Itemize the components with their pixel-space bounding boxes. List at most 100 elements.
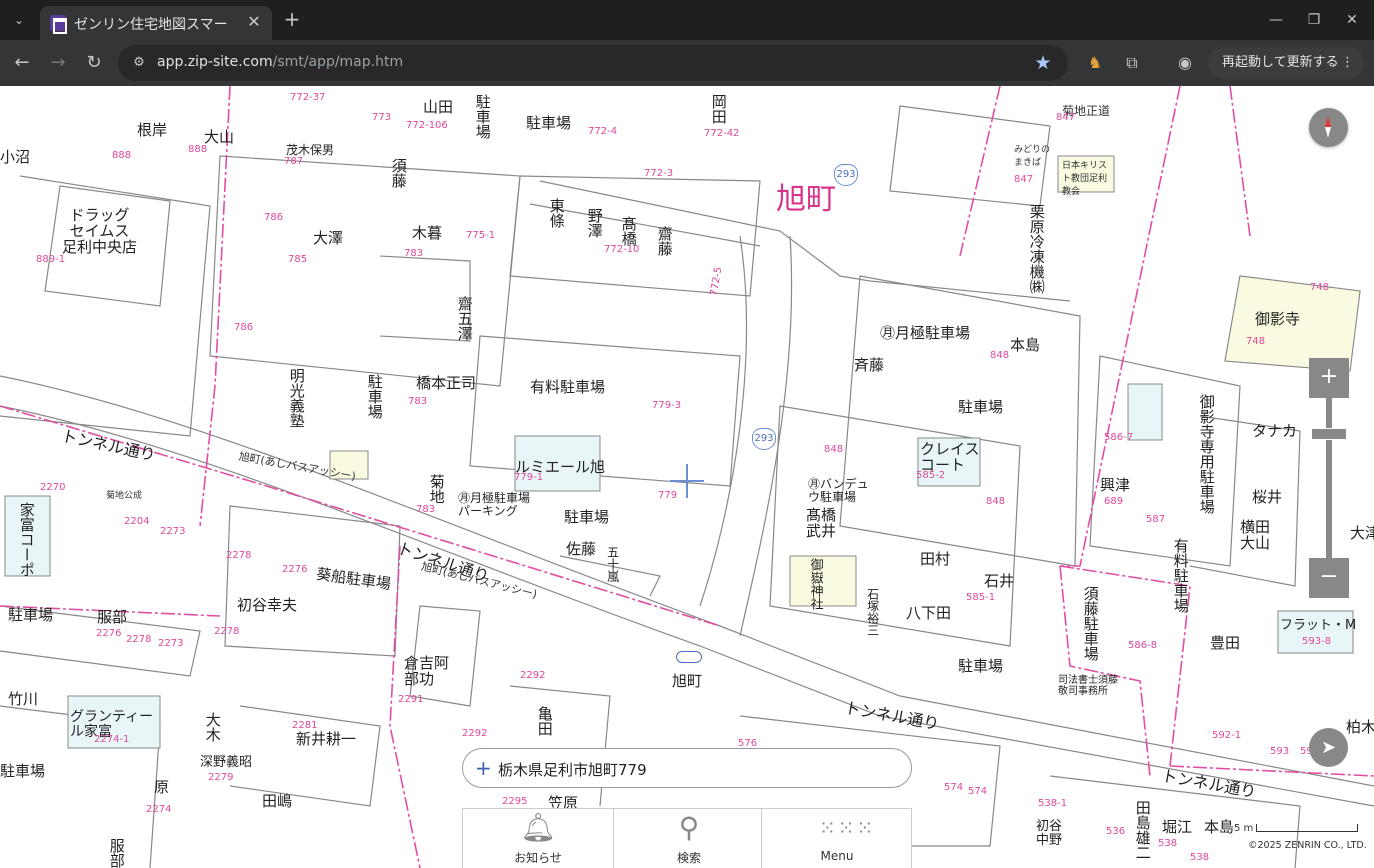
lot-number: 2291 [398,694,424,705]
building-label: ㊊月極駐車場 [880,324,971,342]
new-tab-button[interactable]: + [280,8,304,32]
building-label: 駐車場 [564,508,610,526]
restart-update-button[interactable]: 再起動して更新する ⋮ [1208,47,1364,79]
building-label: 八下田 [906,604,952,622]
building-label: 有料駐車場 [1171,538,1190,613]
zoom-slider-track[interactable] [1326,398,1332,558]
station-label: 旭町 [672,672,703,690]
compass-icon[interactable] [1309,108,1348,147]
lot-number: 2279 [208,772,234,783]
chevron-down-icon[interactable]: ⌄ [8,9,30,31]
lot-number: 889-1 [36,254,66,265]
puzzle-icon[interactable]: ⧉ [1121,52,1143,74]
building-label: クレイスコート [920,440,980,474]
building-label: 大木 [203,712,222,742]
building-label: 根岸 [137,121,168,139]
building-label: 石塚裕三 [865,588,880,636]
close-icon[interactable]: ✕ [244,12,264,32]
building-label: ㊊月極駐車場パーキング [458,491,531,518]
lot-number: 2278 [226,550,252,561]
lot-number: 586-7 [1104,432,1134,443]
lot-number: 2278 [126,634,152,645]
zoom-out-button[interactable]: − [1309,558,1349,598]
lot-number: 585-1 [966,592,996,603]
lot-number: 772-42 [704,128,740,139]
zoom-slider-thumb[interactable] [1311,428,1347,440]
building-label: 髙橋武井 [806,506,837,540]
building-label: 野澤 [585,208,604,238]
star-icon[interactable]: ★ [1032,52,1054,74]
lot-number: 772-10 [604,244,640,255]
building-label: タナカ [1252,422,1298,440]
building-label: 田嶋 [262,792,293,810]
minimize-button[interactable]: — [1264,8,1288,32]
address-display[interactable]: + 栃木県足利市旭町779 [462,748,912,788]
browser-tab-active[interactable]: ゼンリン住宅地図スマー ✕ [40,6,272,40]
back-button[interactable]: ← [10,51,34,75]
extension-icon[interactable]: ♞ [1084,52,1106,74]
kebab-menu-icon[interactable]: ⋮ [1341,47,1354,79]
close-window-button[interactable]: ✕ [1340,8,1364,32]
address-omnibox[interactable]: ⚙ app.zip-site.com/smt/app/map.htm ★ [118,45,1068,81]
building-label: 大澤 [313,229,344,247]
lot-number: 538 [1190,852,1210,863]
building-label: 大山 [204,128,235,146]
browser-tab-strip: ⌄ ゼンリン住宅地図スマー ✕ + — ❐ ✕ [0,0,1374,40]
building-label: 駐車場 [8,606,54,624]
reload-button[interactable]: ↻ [82,51,106,75]
building-label: 家富コーポ [17,502,36,577]
account-icon[interactable]: ◉ [1174,52,1196,74]
lot-number: 847 [1014,174,1034,185]
forward-button[interactable]: → [46,51,70,75]
search-button[interactable]: ⚲ 検索 [613,809,763,868]
locate-arrow-icon[interactable]: ➤ [1309,728,1348,767]
lot-number: 2273 [158,638,184,649]
building-label: 須藤 [389,158,408,188]
lot-number: 586-8 [1128,640,1158,651]
url-host: app.zip-site.com [157,54,273,70]
favicon-icon [50,15,67,34]
building-label: 駐車場 [0,762,46,780]
url-path: /smt/app/map.htm [272,54,404,70]
tab-title: ゼンリン住宅地図スマー [74,17,228,33]
lot-number: 536 [1106,826,1126,837]
building-label: 明光義塾 [287,368,306,428]
lot-number: 779-3 [652,400,682,411]
lot-number: 848 [986,496,1006,507]
lot-number: 786 [234,322,254,333]
building-label: 駐車場 [958,398,1004,416]
zoom-in-button[interactable]: + [1309,358,1349,398]
lot-number: 593-8 [1302,636,1332,647]
building-label: 岡田 [709,94,728,124]
building-label: 齋五澤 [455,296,474,341]
building-label: 田島雄二 [1133,800,1152,860]
map-canvas[interactable]: 旭町 293 293 旭町 トンネル通り トンネル通り トンネル通り トンネル通… [0,86,1374,868]
lot-number: 772-4 [588,126,618,137]
maximize-button[interactable]: ❐ [1302,8,1326,32]
site-info-icon[interactable]: ⚙ [130,54,148,72]
building-label: 木暮 [412,224,443,242]
building-label: 御嶽神社 [807,558,823,610]
lot-number: 2276 [282,564,308,575]
building-label: 茂木保男 [286,143,335,157]
lot-number: 2273 [160,526,186,537]
lot-number: 888 [188,144,208,155]
building-label: 栗原冷凍機㈱ [1027,204,1046,294]
notice-button[interactable]: 🔔︎ お知らせ [463,809,613,868]
building-label: ドラッグ セイムス 足利中央店 [62,206,138,256]
lot-number: 748 [1310,282,1330,293]
lot-number: 847 [1056,112,1076,123]
lot-number: 2204 [124,516,150,527]
building-label: 横田大山 [1240,518,1271,552]
lot-number: 2278 [214,626,240,637]
building-label: 山田 [423,98,454,116]
url-text[interactable]: app.zip-site.com/smt/app/map.htm [157,54,403,70]
lot-number: 2295 [502,796,528,807]
building-label: 須藤駐車場 [1081,586,1100,661]
nav-label: Menu [820,849,854,863]
menu-button[interactable]: ⁙⁙⁙ Menu [761,809,911,868]
lot-number: 592-1 [1212,730,1242,741]
browser-toolbar: ← → ↻ ⚙ app.zip-site.com/smt/app/map.htm… [0,40,1374,86]
bottom-navigation: 🔔︎ お知らせ ⚲ 検索 ⁙⁙⁙ Menu [462,808,912,868]
building-label: 大津 [1350,524,1374,542]
